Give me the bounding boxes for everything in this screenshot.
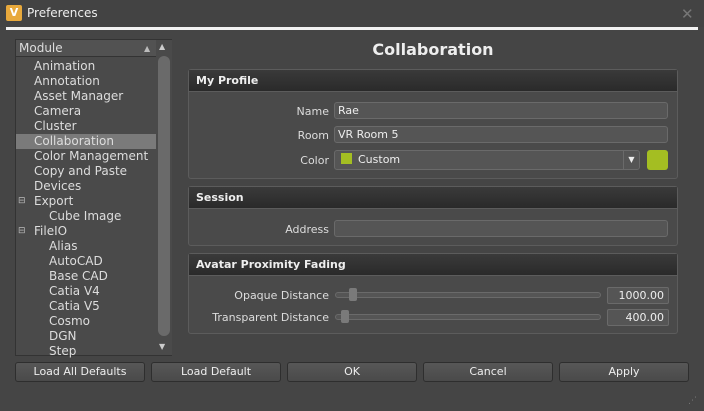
page-title: Collaboration bbox=[372, 40, 494, 59]
color-picker-button[interactable] bbox=[647, 150, 668, 170]
name-label: Name bbox=[296, 105, 329, 118]
name-input[interactable]: Rae bbox=[334, 102, 668, 119]
close-icon[interactable]: ✕ bbox=[681, 5, 694, 23]
opaque-distance-slider[interactable] bbox=[335, 288, 601, 301]
tree-item-label: Copy and Paste bbox=[34, 164, 128, 178]
tree-item[interactable]: Color Management bbox=[16, 149, 156, 164]
transparent-distance-input[interactable]: 400.00 bbox=[607, 309, 669, 326]
collapse-icon[interactable]: ⊟ bbox=[18, 194, 26, 209]
tree-item[interactable]: Asset Manager bbox=[16, 89, 156, 104]
tree-item[interactable]: Catia V5 bbox=[16, 299, 156, 314]
tree-item-label: Asset Manager bbox=[34, 89, 124, 103]
group-title: Avatar Proximity Fading bbox=[189, 254, 677, 276]
group-title: Session bbox=[189, 187, 677, 209]
tree-item-label: Camera bbox=[34, 104, 82, 118]
tree-item-label: Annotation bbox=[34, 74, 100, 88]
tree-item[interactable]: Export ⊟ bbox=[16, 194, 156, 209]
tree-item-label: Alias bbox=[49, 239, 78, 253]
transparent-distance-label: Transparent Distance bbox=[212, 311, 329, 324]
tree-item-label: Animation bbox=[34, 59, 96, 73]
group-title: My Profile bbox=[189, 70, 677, 92]
address-label: Address bbox=[285, 223, 329, 236]
scroll-up-icon[interactable]: ▲ bbox=[159, 42, 165, 51]
tree-item[interactable]: Step bbox=[16, 344, 156, 359]
collapse-icon[interactable]: ⊟ bbox=[18, 224, 26, 239]
tree-item[interactable]: Base CAD bbox=[16, 269, 156, 284]
color-select[interactable]: Custom ▼ bbox=[334, 150, 640, 170]
tree-item[interactable]: Annotation bbox=[16, 74, 156, 89]
tree-item[interactable]: AutoCAD bbox=[16, 254, 156, 269]
opaque-distance-input[interactable]: 1000.00 bbox=[607, 287, 669, 304]
tree-item[interactable]: Alias bbox=[16, 239, 156, 254]
tree-item-label: Catia V5 bbox=[49, 299, 100, 313]
load-all-defaults-button[interactable]: Load All Defaults bbox=[15, 362, 145, 382]
tree-header[interactable]: Module ▲ bbox=[16, 40, 156, 57]
avatar-fading-group: Avatar Proximity Fading Opaque Distance … bbox=[188, 253, 678, 334]
address-input[interactable] bbox=[334, 220, 668, 237]
scrollbar-thumb[interactable] bbox=[158, 56, 170, 336]
apply-button[interactable]: Apply bbox=[559, 362, 689, 382]
load-default-button[interactable]: Load Default bbox=[151, 362, 281, 382]
room-input[interactable]: VR Room 5 bbox=[334, 126, 668, 143]
app-icon: V bbox=[6, 5, 22, 21]
tree-item-label: DGN bbox=[49, 329, 77, 343]
resize-grip-icon[interactable]: ⋰ bbox=[688, 396, 697, 406]
sort-up-icon: ▲ bbox=[144, 44, 151, 53]
cancel-button[interactable]: Cancel bbox=[423, 362, 553, 382]
tree-item-label: FileIO bbox=[34, 224, 68, 238]
tree-item[interactable]: Cosmo bbox=[16, 314, 156, 329]
tree-scrollbar[interactable]: ▲ ▼ bbox=[156, 40, 172, 355]
tree-item-label: Cluster bbox=[34, 119, 77, 133]
divider bbox=[6, 27, 698, 30]
tree-item-label: AutoCAD bbox=[49, 254, 103, 268]
window-title: Preferences bbox=[27, 6, 98, 20]
tree-item[interactable]: Animation bbox=[16, 59, 156, 74]
tree-item[interactable]: FileIO ⊟ bbox=[16, 224, 156, 239]
color-swatch-icon bbox=[341, 153, 352, 164]
ok-button[interactable]: OK bbox=[287, 362, 417, 382]
tree-item-label: Collaboration bbox=[34, 134, 114, 148]
tree-item-label: Cosmo bbox=[49, 314, 91, 328]
tree-item-label: Base CAD bbox=[49, 269, 108, 283]
tree-item-label: Catia V4 bbox=[49, 284, 100, 298]
tree-item[interactable]: Copy and Paste bbox=[16, 164, 156, 179]
tree-item[interactable]: Camera bbox=[16, 104, 156, 119]
opaque-distance-label: Opaque Distance bbox=[234, 289, 329, 302]
tree-item-label: Cube Image bbox=[49, 209, 122, 223]
scroll-down-icon[interactable]: ▼ bbox=[159, 342, 165, 351]
tree-item-label: Step bbox=[49, 344, 77, 358]
my-profile-group: My Profile Name Rae Room VR Room 5 Color… bbox=[188, 69, 678, 179]
color-label: Color bbox=[300, 154, 329, 167]
tree-item[interactable]: Devices bbox=[16, 179, 156, 194]
tree-item[interactable]: Cube Image bbox=[16, 209, 156, 224]
session-group: Session Address bbox=[188, 186, 678, 246]
tree-item-label: Color Management bbox=[34, 149, 149, 163]
title-bar: V Preferences ✕ bbox=[0, 0, 704, 27]
tree-header-label: Module bbox=[19, 41, 63, 55]
room-label: Room bbox=[297, 129, 329, 142]
tree-item-label: Export bbox=[34, 194, 74, 208]
tree-item[interactable]: Cluster bbox=[16, 119, 156, 134]
chevron-down-icon[interactable]: ▼ bbox=[623, 151, 639, 169]
slider-thumb[interactable] bbox=[348, 288, 357, 301]
tree-item-label: Devices bbox=[34, 179, 82, 193]
tree-item[interactable]: DGN bbox=[16, 329, 156, 344]
transparent-distance-slider[interactable] bbox=[335, 310, 601, 323]
tree-item[interactable]: Collaboration bbox=[16, 134, 156, 149]
slider-thumb[interactable] bbox=[341, 310, 350, 323]
module-tree[interactable]: Module ▲ Animation Annotation Asset Manage… bbox=[15, 39, 172, 359]
tree-item[interactable]: Catia V4 bbox=[16, 284, 156, 299]
color-select-value: Custom bbox=[358, 153, 401, 166]
